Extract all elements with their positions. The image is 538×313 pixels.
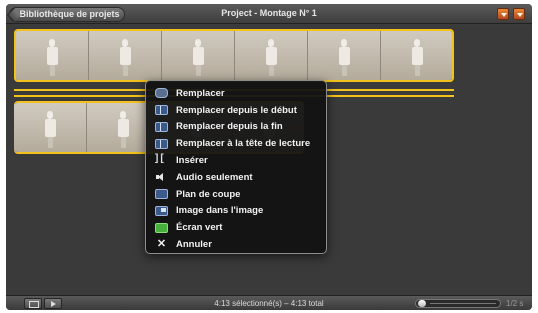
menu-item-replace-at-playhead[interactable]: Remplacer à la tête de lecture: [146, 135, 326, 152]
menu-item-label: Audio seulement: [176, 171, 253, 183]
thumbnail-zoom-slider[interactable]: [415, 299, 501, 308]
dropdown-menu-icon[interactable]: [497, 8, 509, 20]
menu-item-replace-from-end[interactable]: Remplacer depuis la fin: [146, 119, 326, 136]
replace-at-playhead-icon: [155, 138, 168, 149]
slider-knob[interactable]: [418, 300, 426, 307]
green-screen-icon: [155, 222, 168, 233]
menu-item-label: Remplacer: [176, 87, 225, 99]
menu-item-label: Annuler: [176, 239, 212, 251]
menu-item-picture-in-picture[interactable]: Image dans l'image: [146, 203, 326, 220]
clip-frame: [16, 31, 89, 80]
clip-frame: [162, 31, 235, 80]
menu-item-green-screen[interactable]: Écran vert: [146, 219, 326, 236]
menu-item-label: Insérer: [176, 155, 208, 167]
insert-icon: [155, 153, 168, 166]
clip-frame: [14, 103, 87, 152]
clip-frame: [235, 31, 308, 80]
clip-frame: [308, 31, 381, 80]
zoom-level-label: 1/2 s: [506, 299, 524, 308]
window-title: Project - Montage N° 1: [221, 8, 317, 18]
menu-item-audio-only[interactable]: Audio seulement: [146, 169, 326, 186]
imovie-window: Bibliothèque de projets Project - Montag…: [6, 4, 532, 310]
drop-action-menu: Remplacer Remplacer depuis le début Remp…: [145, 80, 327, 254]
slider-track: [430, 303, 496, 304]
menu-item-insert[interactable]: Insérer: [146, 152, 326, 169]
project-timeline: Remplacer Remplacer depuis le début Remp…: [6, 25, 532, 295]
replace-from-start-icon: [155, 105, 168, 116]
dropdown-menu-icon[interactable]: [513, 8, 525, 20]
cancel-x-icon: ✕: [156, 237, 167, 250]
replace-icon: [155, 88, 168, 99]
menu-item-replace[interactable]: Remplacer: [146, 85, 326, 102]
title-bar: Bibliothèque de projets Project - Montag…: [6, 4, 532, 24]
speaker-icon: [155, 172, 168, 182]
replace-from-end-icon: [155, 121, 168, 132]
picture-in-picture-icon: [155, 205, 168, 216]
clip-frame: [381, 31, 452, 80]
bottom-toolbar: 4:13 sélectionné(s) – 4:13 total 1/2 s: [6, 295, 532, 310]
menu-item-label: Remplacer depuis la fin: [176, 121, 283, 133]
menu-item-cancel[interactable]: ✕ Annuler: [146, 236, 326, 253]
menu-item-label: Remplacer à la tête de lecture: [176, 138, 311, 150]
menu-item-label: Image dans l'image: [176, 205, 264, 217]
cutaway-icon: [155, 189, 168, 200]
menu-item-label: Plan de coupe: [176, 188, 241, 200]
selected-clip-filmstrip[interactable]: [14, 29, 454, 82]
menu-item-label: Écran vert: [176, 222, 223, 234]
menu-item-cutaway[interactable]: Plan de coupe: [146, 186, 326, 203]
menu-item-replace-from-start[interactable]: Remplacer depuis le début: [146, 102, 326, 119]
clip-frame: [89, 31, 162, 80]
menu-item-label: Remplacer depuis le début: [176, 104, 297, 116]
